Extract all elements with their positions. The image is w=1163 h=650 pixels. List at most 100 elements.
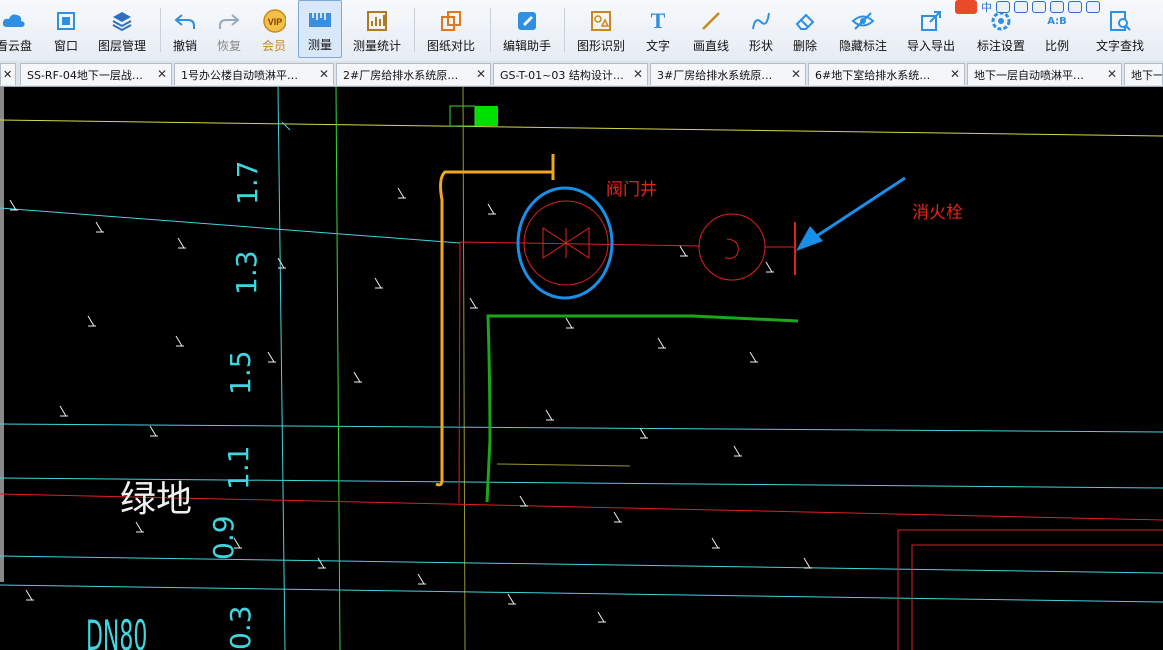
cad-line	[897, 529, 1163, 650]
redo-button[interactable]: 恢复	[212, 0, 246, 58]
text-search-icon	[1108, 9, 1132, 33]
close-icon[interactable]: ✕	[157, 67, 167, 81]
cad-line	[281, 121, 291, 131]
measure-button[interactable]: 测量	[298, 0, 342, 58]
toolbar-separator	[490, 8, 491, 52]
microphone-icon[interactable]	[1032, 1, 1046, 13]
measure-stats-button[interactable]: 测量统计	[348, 0, 406, 58]
tab-document[interactable]: 地下一层自动喷淋平… ✕	[967, 63, 1122, 85]
tab-label: SS-RF-04地下一层战…	[27, 68, 143, 82]
window-label: 窗口	[53, 39, 78, 53]
dimension-label: 0.3	[224, 605, 257, 650]
edit-assistant-button[interactable]: 编辑助手	[498, 0, 556, 58]
drawing-canvas[interactable]: 1.7 1.3 1.5 1.1 0.9 0.3 DN80 绿地 阀门井 消火栓	[0, 87, 1163, 650]
annotation-settings-label: 标注设置	[976, 39, 1025, 53]
cad-line	[911, 544, 1163, 650]
undo-label: 撤销	[172, 39, 197, 53]
hide-annotation-label: 隐藏标注	[838, 39, 887, 53]
text-button[interactable]: T 文字	[640, 0, 676, 58]
cad-line	[0, 423, 1163, 433]
redo-icon	[217, 9, 241, 33]
close-icon[interactable]: ✕	[3, 68, 12, 81]
fire-hydrant-symbol[interactable]	[698, 213, 766, 281]
valve-well-annotation: 阀门井	[606, 180, 657, 200]
punctuation-icon[interactable]	[996, 1, 1010, 13]
tab-label: 地下一	[1131, 68, 1163, 82]
keyboard-icon[interactable]	[1050, 1, 1064, 13]
shape-recognition-button[interactable]: 图形识别	[572, 0, 630, 58]
vip-button[interactable]: VIP 会员	[256, 0, 292, 58]
toolbar-separator	[414, 8, 415, 52]
orange-markup-line	[435, 154, 555, 487]
undo-button[interactable]: 撤销	[168, 0, 202, 58]
emoji-icon[interactable]	[1014, 1, 1028, 13]
tab-document[interactable]: 地下一	[1124, 63, 1163, 85]
shape-recognition-icon	[589, 9, 613, 33]
eraser-icon	[793, 9, 817, 33]
close-icon[interactable]: ✕	[1107, 67, 1117, 81]
shape-label: 形状	[748, 39, 773, 53]
text-icon: T	[650, 8, 666, 33]
tab-close-partial[interactable]: ✕	[0, 63, 16, 85]
edit-assistant-icon	[515, 9, 539, 33]
hide-annotation-icon	[851, 9, 875, 33]
close-icon[interactable]: ✕	[633, 67, 643, 81]
pipe-line	[459, 241, 701, 247]
dimension-label: 1.5	[224, 350, 257, 395]
tab-document[interactable]: SS-RF-04地下一层战… ✕	[20, 63, 172, 85]
toolbar-separator	[564, 8, 565, 52]
close-icon[interactable]: ✕	[791, 67, 801, 81]
draw-line-label: 画直线	[692, 39, 729, 53]
measure-label: 测量	[307, 38, 332, 52]
window-button[interactable]: 窗口	[48, 0, 84, 58]
cad-line	[496, 463, 631, 467]
canvas-left-border	[0, 87, 4, 582]
tab-document[interactable]: 3#厂房给排水系统原… ✕	[650, 63, 806, 85]
area-label: 绿地	[120, 479, 192, 520]
text-search-label: 文字查找	[1095, 39, 1144, 53]
edit-assistant-label: 编辑助手	[502, 39, 551, 53]
cloud-button[interactable]: 看云盘	[0, 0, 36, 58]
sogou-icon[interactable]	[955, 0, 977, 14]
delete-label: 删除	[792, 39, 817, 53]
dimension-label: 1.7	[231, 160, 264, 205]
delete-button[interactable]: 删除	[788, 0, 822, 58]
ime-language-label[interactable]: 中	[981, 0, 992, 15]
tab-document[interactable]: 1号办公楼自动喷淋平… ✕	[174, 63, 334, 85]
fire-hydrant-annotation: 消火栓	[912, 203, 963, 223]
cloud-icon	[2, 9, 26, 33]
hydrant-glyph	[724, 238, 739, 259]
dimension-labels: 1.7 1.3 1.5 1.1 0.9 0.3 DN80	[86, 160, 264, 650]
layer-manager-button[interactable]: 图层管理	[94, 0, 150, 58]
tab-label: 地下一层自动喷淋平…	[974, 68, 1084, 82]
shape-button[interactable]: 形状	[744, 0, 778, 58]
toolbox-icon[interactable]	[1086, 1, 1100, 13]
vip-badge: VIP	[268, 17, 283, 27]
tab-label: 2#厂房给排水系统原…	[343, 68, 459, 82]
toolbar-separator	[160, 8, 161, 52]
close-icon[interactable]: ✕	[950, 67, 960, 81]
cad-line	[0, 584, 1163, 603]
tab-document[interactable]: 2#厂房给排水系统原… ✕	[336, 63, 491, 85]
tab-document[interactable]: GS-T-01~03 结构设计… ✕	[493, 63, 648, 85]
cad-line	[0, 207, 461, 244]
skin-icon[interactable]	[1068, 1, 1082, 13]
arrow-head	[796, 226, 823, 251]
tab-label: GS-T-01~03 结构设计…	[500, 68, 624, 82]
import-export-icon	[919, 9, 943, 33]
compare-button[interactable]: 图纸对比	[422, 0, 480, 58]
tab-document[interactable]: 6#地下室给排水系统… ✕	[808, 63, 965, 85]
cad-line	[449, 105, 476, 127]
green-markup-line	[485, 314, 799, 503]
close-icon[interactable]: ✕	[319, 67, 329, 81]
cad-line	[0, 119, 1163, 137]
undo-icon	[173, 9, 197, 33]
close-icon[interactable]: ✕	[476, 67, 486, 81]
layer-manager-label: 图层管理	[97, 39, 146, 53]
import-export-button[interactable]: 导入导出	[902, 0, 960, 58]
hide-annotation-button[interactable]: 隐藏标注	[834, 0, 892, 58]
draw-line-button[interactable]: 画直线	[688, 0, 734, 58]
compare-label: 图纸对比	[426, 39, 475, 53]
compare-icon	[439, 9, 463, 33]
cad-drawing[interactable]: 1.7 1.3 1.5 1.1 0.9 0.3 DN80 绿地	[0, 87, 1163, 650]
